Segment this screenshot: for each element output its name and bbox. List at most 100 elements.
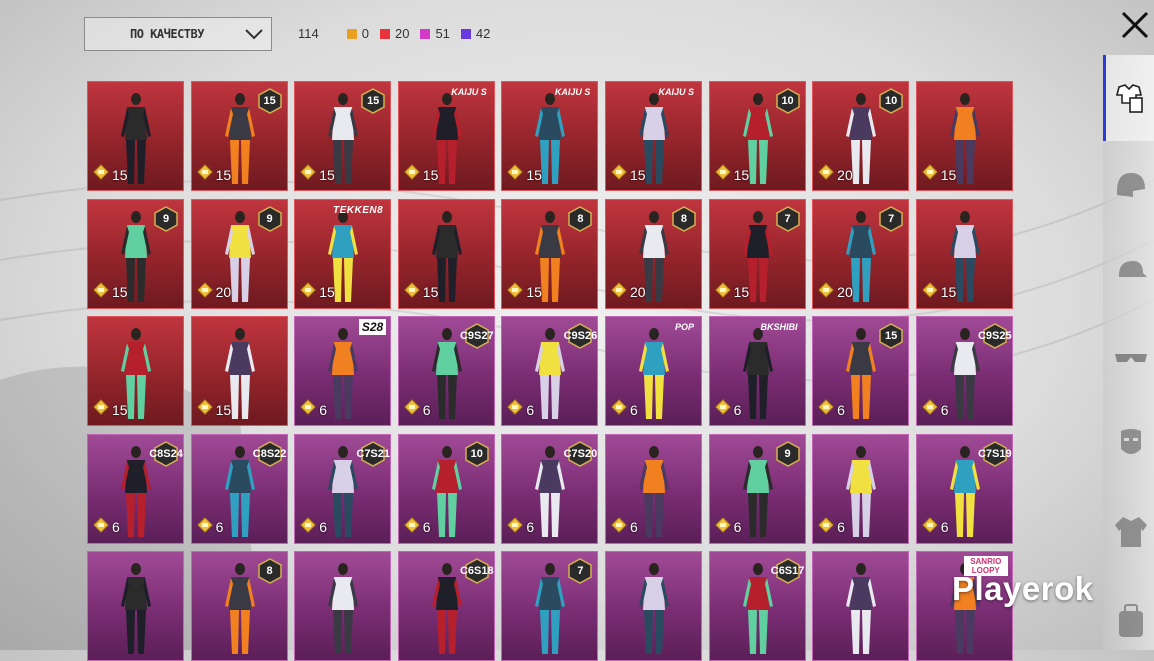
mask-icon[interactable] [1113, 425, 1149, 461]
total-count: 114 [298, 26, 319, 41]
item-price: 6 [196, 516, 223, 538]
season-badge: 7 [568, 558, 593, 584]
coin-icon [818, 281, 834, 303]
inventory-item[interactable]: 10 15 [708, 81, 806, 191]
inventory-item[interactable]: S28 6 [294, 316, 392, 426]
inventory-item[interactable]: KAIJU S 15 [397, 81, 495, 191]
inventory-item[interactable]: 10 20 [812, 81, 910, 191]
inventory-item[interactable]: C7S21 6 [294, 433, 392, 544]
inventory-item[interactable]: 7 20 [812, 198, 910, 309]
season-badge-label: C7S19 [977, 447, 1012, 460]
coin-icon [404, 164, 420, 185]
collab-tag: S28 [358, 319, 387, 335]
stat-value: 42 [475, 26, 491, 41]
inventory-item[interactable] [294, 551, 392, 661]
coin-icon [196, 399, 213, 420]
coin-icon [93, 164, 109, 185]
coin-icon [922, 164, 938, 185]
inventory-item[interactable]: 10 6 [397, 433, 495, 544]
backpack-icon[interactable] [1113, 603, 1149, 639]
season-badge: C7S19 [977, 440, 1012, 467]
inventory-item[interactable]: KAIJU S 15 [604, 81, 702, 191]
inventory-item[interactable]: C7S19 6 [915, 433, 1013, 544]
inventory-item[interactable]: 15 [190, 316, 288, 426]
season-badge: 10 [465, 440, 489, 467]
inventory-item[interactable]: C9S26 6 [501, 316, 599, 426]
season-badge-label: 10 [885, 95, 898, 107]
inventory-item[interactable]: 15 [87, 81, 184, 191]
item-price: 6 [922, 516, 949, 538]
outfit-figure-icon [224, 563, 255, 654]
rarity-stats: 114 0 20 51 42 [298, 26, 501, 41]
inventory-item[interactable]: 6 [604, 433, 702, 544]
season-badge: C6S18 [460, 558, 494, 584]
inventory-item[interactable]: 15 [915, 81, 1013, 191]
inventory-item[interactable]: 9 20 [190, 198, 288, 309]
close-icon[interactable] [1118, 8, 1152, 42]
inventory-item[interactable]: 7 15 [708, 198, 806, 309]
season-badge: C9S25 [978, 323, 1012, 349]
inventory-item[interactable]: 15 15 [294, 81, 392, 191]
inventory-item[interactable]: 15 [87, 316, 184, 426]
chevron-down-icon [237, 28, 271, 40]
outfit-figure-icon [431, 445, 462, 537]
inventory-item[interactable]: 15 15 [190, 81, 288, 191]
coin-icon [404, 399, 420, 420]
inventory-item[interactable]: 6 [812, 433, 910, 544]
outfit-figure-icon [535, 563, 566, 654]
item-price: 15 [196, 164, 231, 185]
inventory-item[interactable]: 7 [501, 551, 599, 661]
inventory-item[interactable]: POP 6 [604, 316, 702, 426]
inventory-item[interactable]: 9 15 [87, 198, 184, 309]
collab-tag: TEKKEN8 [333, 204, 384, 216]
item-price: 6 [611, 516, 638, 538]
coin-icon [93, 399, 109, 420]
inventory-item[interactable]: 8 [190, 551, 288, 661]
season-badge: C6S17 [771, 558, 804, 584]
item-price-value: 15 [319, 166, 335, 183]
item-price: 6 [714, 516, 741, 538]
inventory-item[interactable]: 8 15 [501, 198, 599, 309]
inventory-item[interactable]: TEKKEN8 15 [294, 198, 392, 309]
inventory-item[interactable] [812, 551, 910, 661]
glasses-icon[interactable] [1113, 340, 1149, 376]
coin-icon [300, 399, 316, 420]
season-badge-label: 8 [266, 565, 273, 577]
inventory-item[interactable]: C8S22 6 [190, 433, 288, 544]
inventory-item[interactable]: C8S24 6 [87, 433, 184, 544]
inventory-item[interactable]: 15 6 [812, 316, 910, 426]
cap-icon[interactable] [1113, 253, 1149, 289]
season-badge: C9S27 [460, 323, 494, 349]
inventory-item[interactable] [604, 551, 702, 661]
season-badge: 8 [568, 205, 593, 232]
outfit-figure-icon [121, 563, 151, 654]
item-price: 15 [404, 281, 438, 303]
outfit-figure-icon [328, 328, 359, 419]
inventory-item[interactable] [87, 551, 184, 661]
inventory-item[interactable]: C6S17 [708, 551, 806, 661]
item-price: 6 [714, 399, 741, 420]
inventory-item[interactable]: C7S20 6 [501, 433, 599, 544]
inventory-item[interactable]: KAIJU S 15 [501, 81, 599, 191]
inventory-item[interactable]: C9S27 6 [397, 316, 495, 426]
inventory-item[interactable]: 8 20 [604, 198, 702, 309]
inventory-item[interactable]: C6S18 [397, 551, 495, 661]
inventory-item[interactable]: BKSHIBI 6 [708, 316, 806, 426]
jacket-icon[interactable] [1113, 513, 1149, 549]
item-price-value: 20 [629, 284, 646, 300]
sort-dropdown[interactable]: ПО КАЧЕСТВУ [84, 17, 272, 51]
item-price-value: 15 [940, 284, 957, 300]
item-price-value: 20 [215, 284, 232, 300]
inventory-item[interactable]: C9S25 6 [915, 316, 1013, 426]
inventory-item[interactable]: 15 [915, 198, 1013, 309]
inventory-item[interactable]: 96 [708, 433, 806, 544]
category-sidebar [1103, 55, 1154, 650]
category-outfit-tab[interactable] [1103, 55, 1154, 141]
item-price: 15 [611, 164, 646, 185]
helmet-icon[interactable] [1113, 167, 1149, 203]
item-price-value: 6 [112, 519, 120, 535]
inventory-grid: 15 15 15 15 15 KAIJU S 15 KAIJU S 15 KAIJU S 15 10 1… [87, 81, 1013, 661]
outfit-figure-icon [638, 563, 669, 654]
item-price: 20 [818, 164, 853, 185]
inventory-item[interactable]: 15 [397, 198, 495, 309]
